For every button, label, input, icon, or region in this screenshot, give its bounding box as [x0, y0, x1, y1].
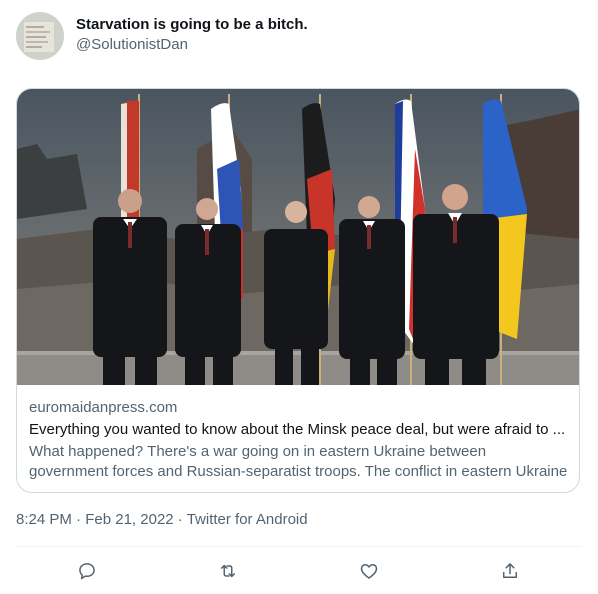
share-icon — [503, 563, 517, 578]
retweet-button[interactable] — [210, 553, 246, 589]
card-domain: euromaidanpress.com — [29, 399, 178, 416]
like-button[interactable] — [351, 553, 387, 589]
tweet-source[interactable]: Twitter for Android — [187, 511, 308, 528]
meta-separator: · — [177, 511, 183, 528]
retweet-icon — [221, 564, 235, 578]
reply-button[interactable] — [69, 553, 105, 589]
timestamp-link[interactable]: 8:24 PM · Feb 21, 2022 — [16, 511, 174, 528]
tweet-date: Feb 21, 2022 — [85, 511, 174, 528]
card-title: Everything you wanted to know about the … — [29, 421, 566, 438]
heart-icon — [360, 564, 378, 579]
action-bar — [16, 553, 582, 589]
divider — [16, 546, 582, 547]
avatar[interactable] — [16, 12, 64, 60]
user-handle[interactable]: @SolutionistDan — [76, 35, 308, 55]
card-image — [17, 89, 579, 385]
link-card[interactable]: euromaidanpress.com Everything you wante… — [16, 88, 580, 493]
reply-icon — [79, 563, 95, 580]
meta-separator: · — [76, 511, 82, 528]
tweet-time: 8:24 PM — [16, 511, 72, 528]
card-description: What happened? There's a war going on in… — [29, 443, 568, 480]
share-button[interactable] — [492, 553, 528, 589]
tweet-header: Starvation is going to be a bitch. @Solu… — [16, 12, 582, 60]
tweet-meta: 8:24 PM · Feb 21, 2022 · Twitter for And… — [16, 510, 308, 530]
display-name[interactable]: Starvation is going to be a bitch. — [76, 15, 308, 35]
